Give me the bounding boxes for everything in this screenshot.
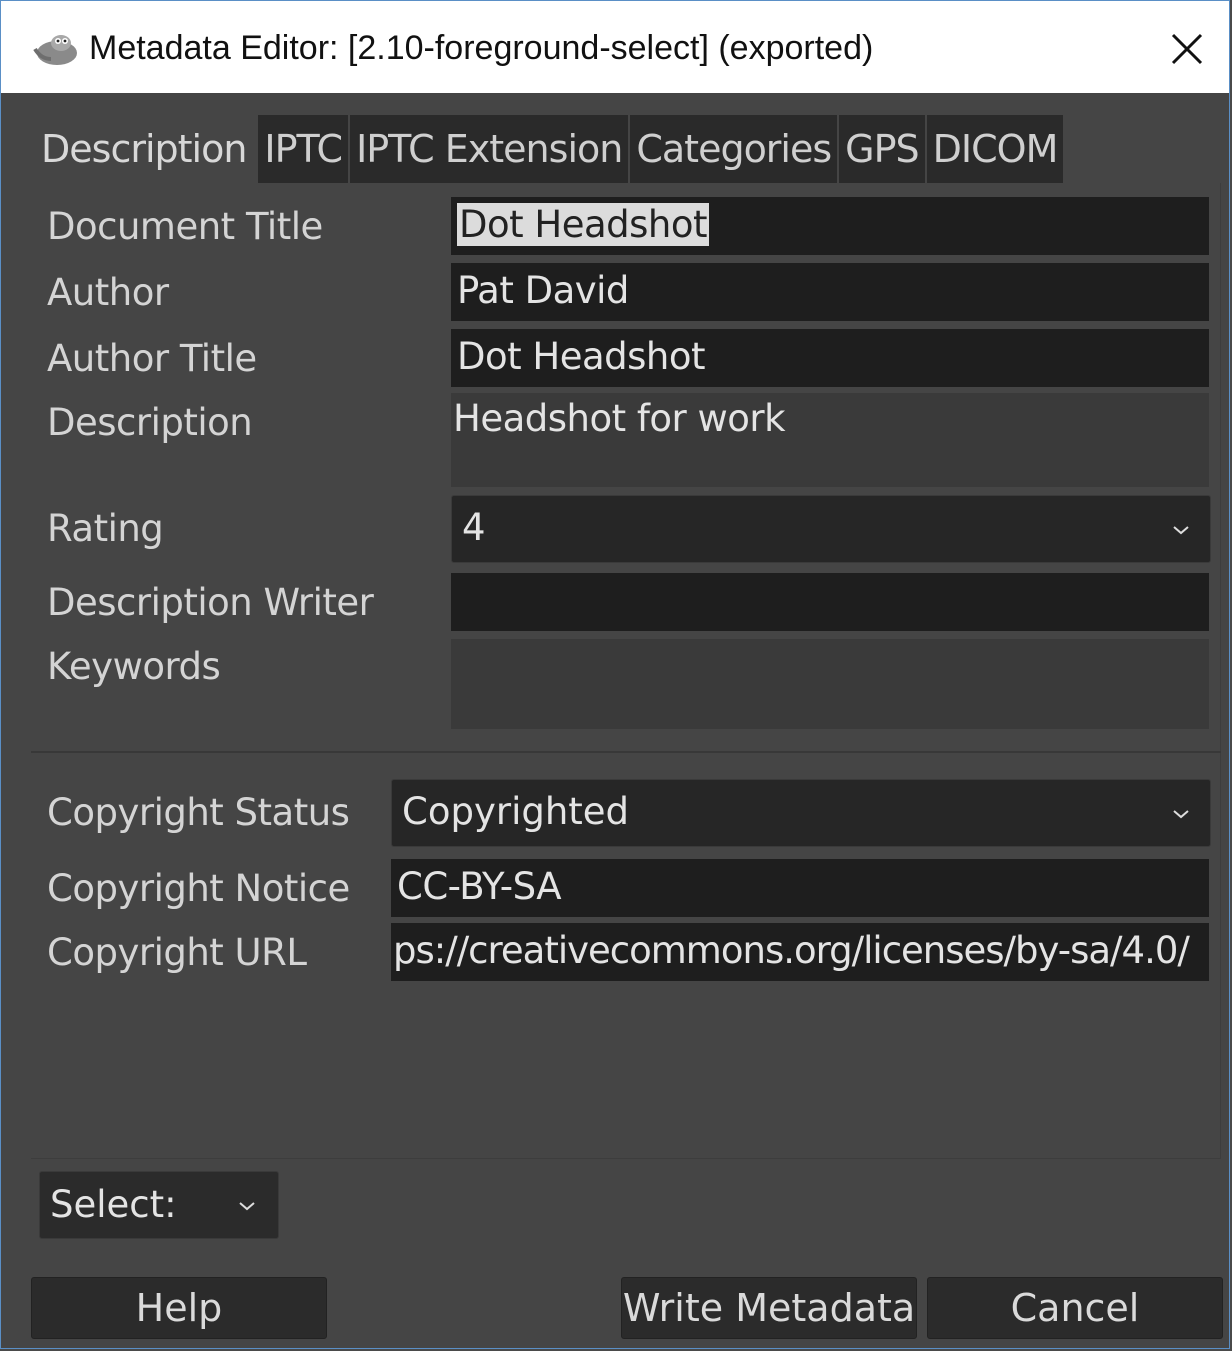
copyright-url-field[interactable]: ps://creativecommons.org/licenses/by-sa/… [391, 923, 1209, 981]
document-title-label: Document Title [47, 205, 323, 248]
document-title-value: Dot Headshot [457, 203, 710, 246]
author-title-label: Author Title [47, 337, 257, 380]
copyright-url-value: ps://creativecommons.org/licenses/by-sa/… [393, 929, 1190, 972]
help-button[interactable]: Help [31, 1277, 327, 1339]
author-label: Author [47, 271, 169, 314]
chevron-down-icon [1173, 526, 1189, 535]
copyright-notice-label: Copyright Notice [47, 867, 350, 910]
description-writer-field[interactable] [451, 573, 1209, 631]
rating-dropdown[interactable]: 4 [451, 495, 1211, 563]
tab-categories[interactable]: Categories [630, 115, 838, 183]
author-title-field[interactable]: Dot Headshot [451, 329, 1209, 387]
author-value: Pat David [457, 269, 629, 312]
tab-dicom[interactable]: DICOM [926, 115, 1064, 183]
rating-value: 4 [462, 506, 486, 549]
cancel-button[interactable]: Cancel [927, 1277, 1223, 1339]
copyright-notice-value: CC-BY-SA [397, 865, 562, 908]
section-divider [31, 751, 1221, 753]
keywords-label: Keywords [47, 645, 221, 688]
select-dropdown[interactable]: Select: [39, 1171, 279, 1239]
author-title-value: Dot Headshot [457, 335, 706, 378]
tab-iptc-extension[interactable]: IPTC Extension [350, 115, 629, 183]
close-icon[interactable] [1169, 31, 1205, 67]
document-title-field[interactable]: Dot Headshot [451, 197, 1209, 255]
metadata-editor-window: Metadata Editor: [2.10-foreground-select… [0, 0, 1230, 1349]
description-panel: Document Title Dot Headshot Author Pat D… [31, 183, 1221, 1159]
copyright-status-dropdown[interactable]: Copyrighted [391, 779, 1211, 847]
description-textarea[interactable]: Headshot for work [451, 393, 1209, 487]
title-bar: Metadata Editor: [2.10-foreground-select… [1, 1, 1229, 93]
chevron-down-icon [239, 1202, 255, 1211]
copyright-url-label: Copyright URL [47, 931, 307, 974]
keywords-textarea[interactable] [451, 639, 1209, 729]
author-field[interactable]: Pat David [451, 263, 1209, 321]
tab-bar: Description IPTC IPTC Extension Categori… [31, 115, 1065, 183]
write-metadata-button[interactable]: Write Metadata [621, 1277, 917, 1339]
window-title: Metadata Editor: [2.10-foreground-select… [89, 29, 874, 67]
copyright-status-value: Copyrighted [402, 790, 630, 833]
tab-gps[interactable]: GPS [839, 115, 925, 183]
copyright-notice-field[interactable]: CC-BY-SA [391, 859, 1209, 917]
rating-label: Rating [47, 507, 164, 550]
description-value: Headshot for work [453, 397, 786, 440]
description-label: Description [47, 401, 253, 444]
tab-description[interactable]: Description [31, 115, 257, 183]
select-label: Select: [50, 1183, 177, 1226]
tab-iptc[interactable]: IPTC [258, 115, 349, 183]
copyright-status-label: Copyright Status [47, 791, 350, 834]
gimp-icon [33, 35, 77, 65]
description-writer-label: Description Writer [47, 581, 374, 624]
chevron-down-icon [1173, 810, 1189, 819]
